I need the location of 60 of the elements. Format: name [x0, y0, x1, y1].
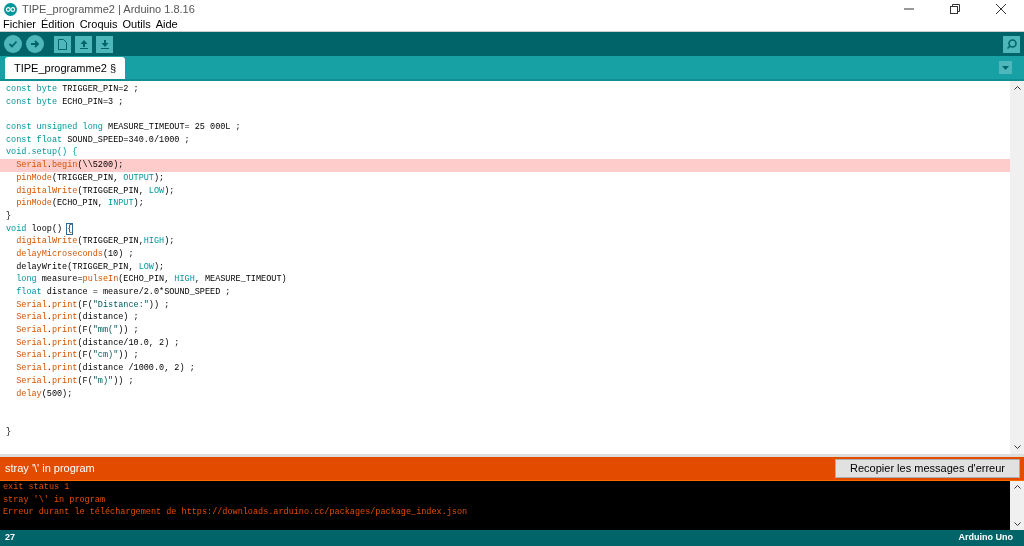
down-arrow-icon	[99, 39, 110, 49]
error-message: stray '\' in program	[5, 461, 95, 477]
board-name: Arduino Uno	[958, 531, 1013, 545]
code-line: delayWrite(TRIGGER_PIN, LOW);	[15, 260, 166, 274]
menu-item[interactable]: Aide	[155, 16, 178, 33]
magnifier-icon	[1005, 38, 1018, 50]
verify-button[interactable]	[4, 35, 22, 53]
caret-icon	[1002, 65, 1009, 70]
copy-errors-button[interactable]: Recopier les messages d'erreur	[835, 459, 1020, 478]
menu-item[interactable]: Croquis	[79, 16, 118, 33]
code-line: const unsigned long MEASURE_TIMEOUT= 25 000L ;	[5, 121, 242, 134]
menu-item[interactable]: Édition	[41, 16, 75, 33]
code-line: delay(500);	[15, 387, 74, 401]
code-line: Serial.print(F("cm)")) ;	[15, 349, 140, 363]
code-line: Serial.print(distance/10.0, 2) ;	[15, 336, 181, 350]
file-tab[interactable]: TIPE_programme2 §	[5, 57, 126, 79]
code-line: float distance = measure/2.0*SOUND_SPEED ;	[15, 286, 232, 299]
serial-monitor-button[interactable]	[1003, 35, 1020, 53]
scroll-down-icon[interactable]	[1013, 522, 1021, 527]
code-line: Serial.print(F("Distance:")) ;	[15, 298, 171, 312]
menu-item[interactable]: Outils	[122, 16, 151, 33]
code-line: Serial.print(distance) ;	[15, 311, 140, 325]
code-line: delayMicroseconds(10) ;	[15, 247, 135, 261]
restore-icon	[950, 4, 960, 14]
code-line: void loop() {	[5, 222, 74, 236]
code-line: digitalWrite(TRIGGER_PIN,HIGH);	[15, 235, 176, 248]
code-line: long measure=pulseIn(ECHO_PIN, HIGH, MEASURE_TIMEOUT)	[15, 273, 288, 286]
new-file-button[interactable]	[54, 35, 71, 53]
open-button[interactable]	[75, 35, 92, 53]
code-line: Serial.print(F("mm(")) ;	[15, 324, 140, 337]
code-line: pinMode(TRIGGER_PIN, OUTPUT);	[15, 171, 166, 185]
console-line: exit status 1	[3, 481, 71, 494]
code-line: const byte ECHO_PIN=3 ;	[5, 95, 125, 109]
console-scrollbar[interactable]	[1010, 481, 1024, 530]
tab-menu-button[interactable]	[999, 61, 1012, 74]
code-line: const byte TRIGGER_PIN=2 ;	[5, 83, 140, 96]
right-arrow-icon	[30, 39, 40, 49]
code-line: pinMode(ECHO_PIN, INPUT);	[15, 197, 145, 210]
code-line: }	[5, 425, 13, 439]
code-line: Serial.print(F("m)")) ;	[15, 374, 135, 388]
close-icon	[996, 4, 1006, 14]
menu-item[interactable]: Fichier	[3, 16, 36, 33]
upload-button[interactable]	[26, 35, 44, 53]
code-line: }	[5, 209, 13, 223]
scrollbar[interactable]	[1010, 81, 1024, 454]
code-line: const float SOUND_SPEED=340.0/1000 ;	[5, 133, 191, 147]
code-line: digitalWrite(TRIGGER_PIN, LOW);	[15, 184, 176, 198]
code-line: Serial.print(distance /1000.0, 2) ;	[15, 362, 196, 375]
save-button[interactable]	[96, 35, 113, 53]
document-icon	[58, 38, 67, 50]
up-arrow-icon	[78, 39, 89, 49]
console-line: Erreur durant le téléchargement de https://downloads.arduino.cc/packages/package_index.json	[3, 506, 469, 520]
scroll-up-icon[interactable]	[1013, 484, 1021, 489]
console-line: stray '\' in program	[3, 493, 107, 507]
scroll-up-icon[interactable]	[1013, 85, 1021, 90]
checkmark-icon	[8, 39, 18, 49]
code-line: void.setup() {	[5, 146, 79, 160]
scroll-down-icon[interactable]	[1013, 445, 1021, 450]
line-number: 27	[5, 531, 15, 545]
window-title: TIPE_programme2 | Arduino 1.8.16	[22, 1, 195, 17]
